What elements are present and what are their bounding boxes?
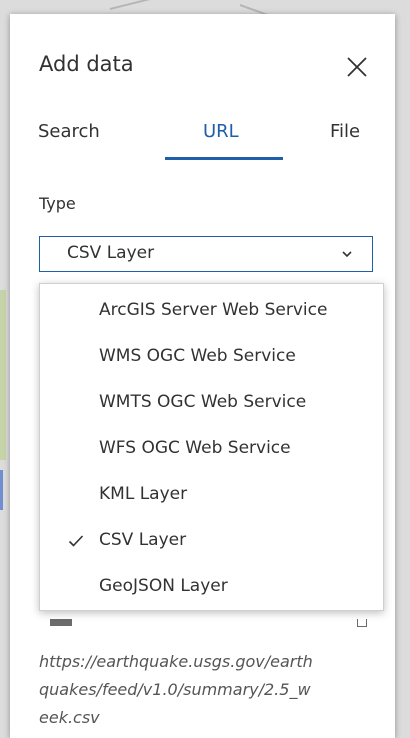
tab-bar: Search URL File	[10, 114, 395, 160]
close-button[interactable]	[340, 50, 374, 84]
type-dropdown-menu: ArcGIS Server Web Service WMS OGC Web Se…	[39, 283, 384, 611]
dropdown-option-csv[interactable]: CSV Layer	[40, 518, 383, 564]
dropdown-option-wmts[interactable]: WMTS OGC Web Service	[40, 380, 383, 426]
map-water-line	[0, 470, 3, 510]
map-road-line	[109, 0, 169, 10]
type-select[interactable]: CSV Layer	[39, 236, 373, 272]
url-value-line: https://earthquake.usgs.gov/earth	[39, 652, 313, 671]
active-tab-indicator	[165, 157, 283, 160]
dropdown-option-label: GeoJSON Layer	[99, 576, 228, 596]
tab-file[interactable]: File	[330, 121, 360, 142]
url-value-line: eek.csv	[39, 708, 100, 727]
dropdown-option-wfs[interactable]: WFS OGC Web Service	[40, 426, 383, 472]
add-data-panel: Add data Search URL File Type CSV Layer …	[10, 14, 395, 738]
dropdown-option-label: ArcGIS Server Web Service	[99, 300, 328, 320]
panel-title: Add data	[39, 52, 134, 76]
dropdown-option-geojson[interactable]: GeoJSON Layer	[40, 564, 383, 610]
panel-header: Add data	[10, 14, 395, 114]
url-value[interactable]: https://earthquake.usgs.gov/earth quakes…	[39, 648, 379, 732]
map-land-area	[0, 290, 6, 460]
dropdown-option-label: WFS OGC Web Service	[99, 438, 291, 458]
chevron-down-icon	[342, 251, 352, 258]
dropdown-option-label: KML Layer	[99, 484, 188, 504]
dropdown-option-arcgis-server[interactable]: ArcGIS Server Web Service	[40, 288, 383, 334]
tab-url[interactable]: URL	[203, 121, 239, 142]
url-value-line: quakes/feed/v1.0/summary/2.5_w	[39, 680, 311, 699]
url-field-icon-fragment	[357, 619, 367, 627]
tab-search[interactable]: Search	[38, 121, 100, 142]
url-field-label-fragment	[50, 619, 72, 626]
type-label: Type	[39, 194, 76, 213]
dropdown-option-wms[interactable]: WMS OGC Web Service	[40, 334, 383, 380]
dropdown-option-label: CSV Layer	[99, 530, 187, 550]
dropdown-option-label: WMS OGC Web Service	[99, 346, 296, 366]
dropdown-option-label: WMTS OGC Web Service	[99, 392, 307, 412]
dropdown-option-kml[interactable]: KML Layer	[40, 472, 383, 518]
type-select-value: CSV Layer	[67, 243, 155, 263]
close-icon	[347, 57, 367, 77]
url-field-partial	[50, 619, 380, 627]
check-icon	[68, 535, 84, 547]
